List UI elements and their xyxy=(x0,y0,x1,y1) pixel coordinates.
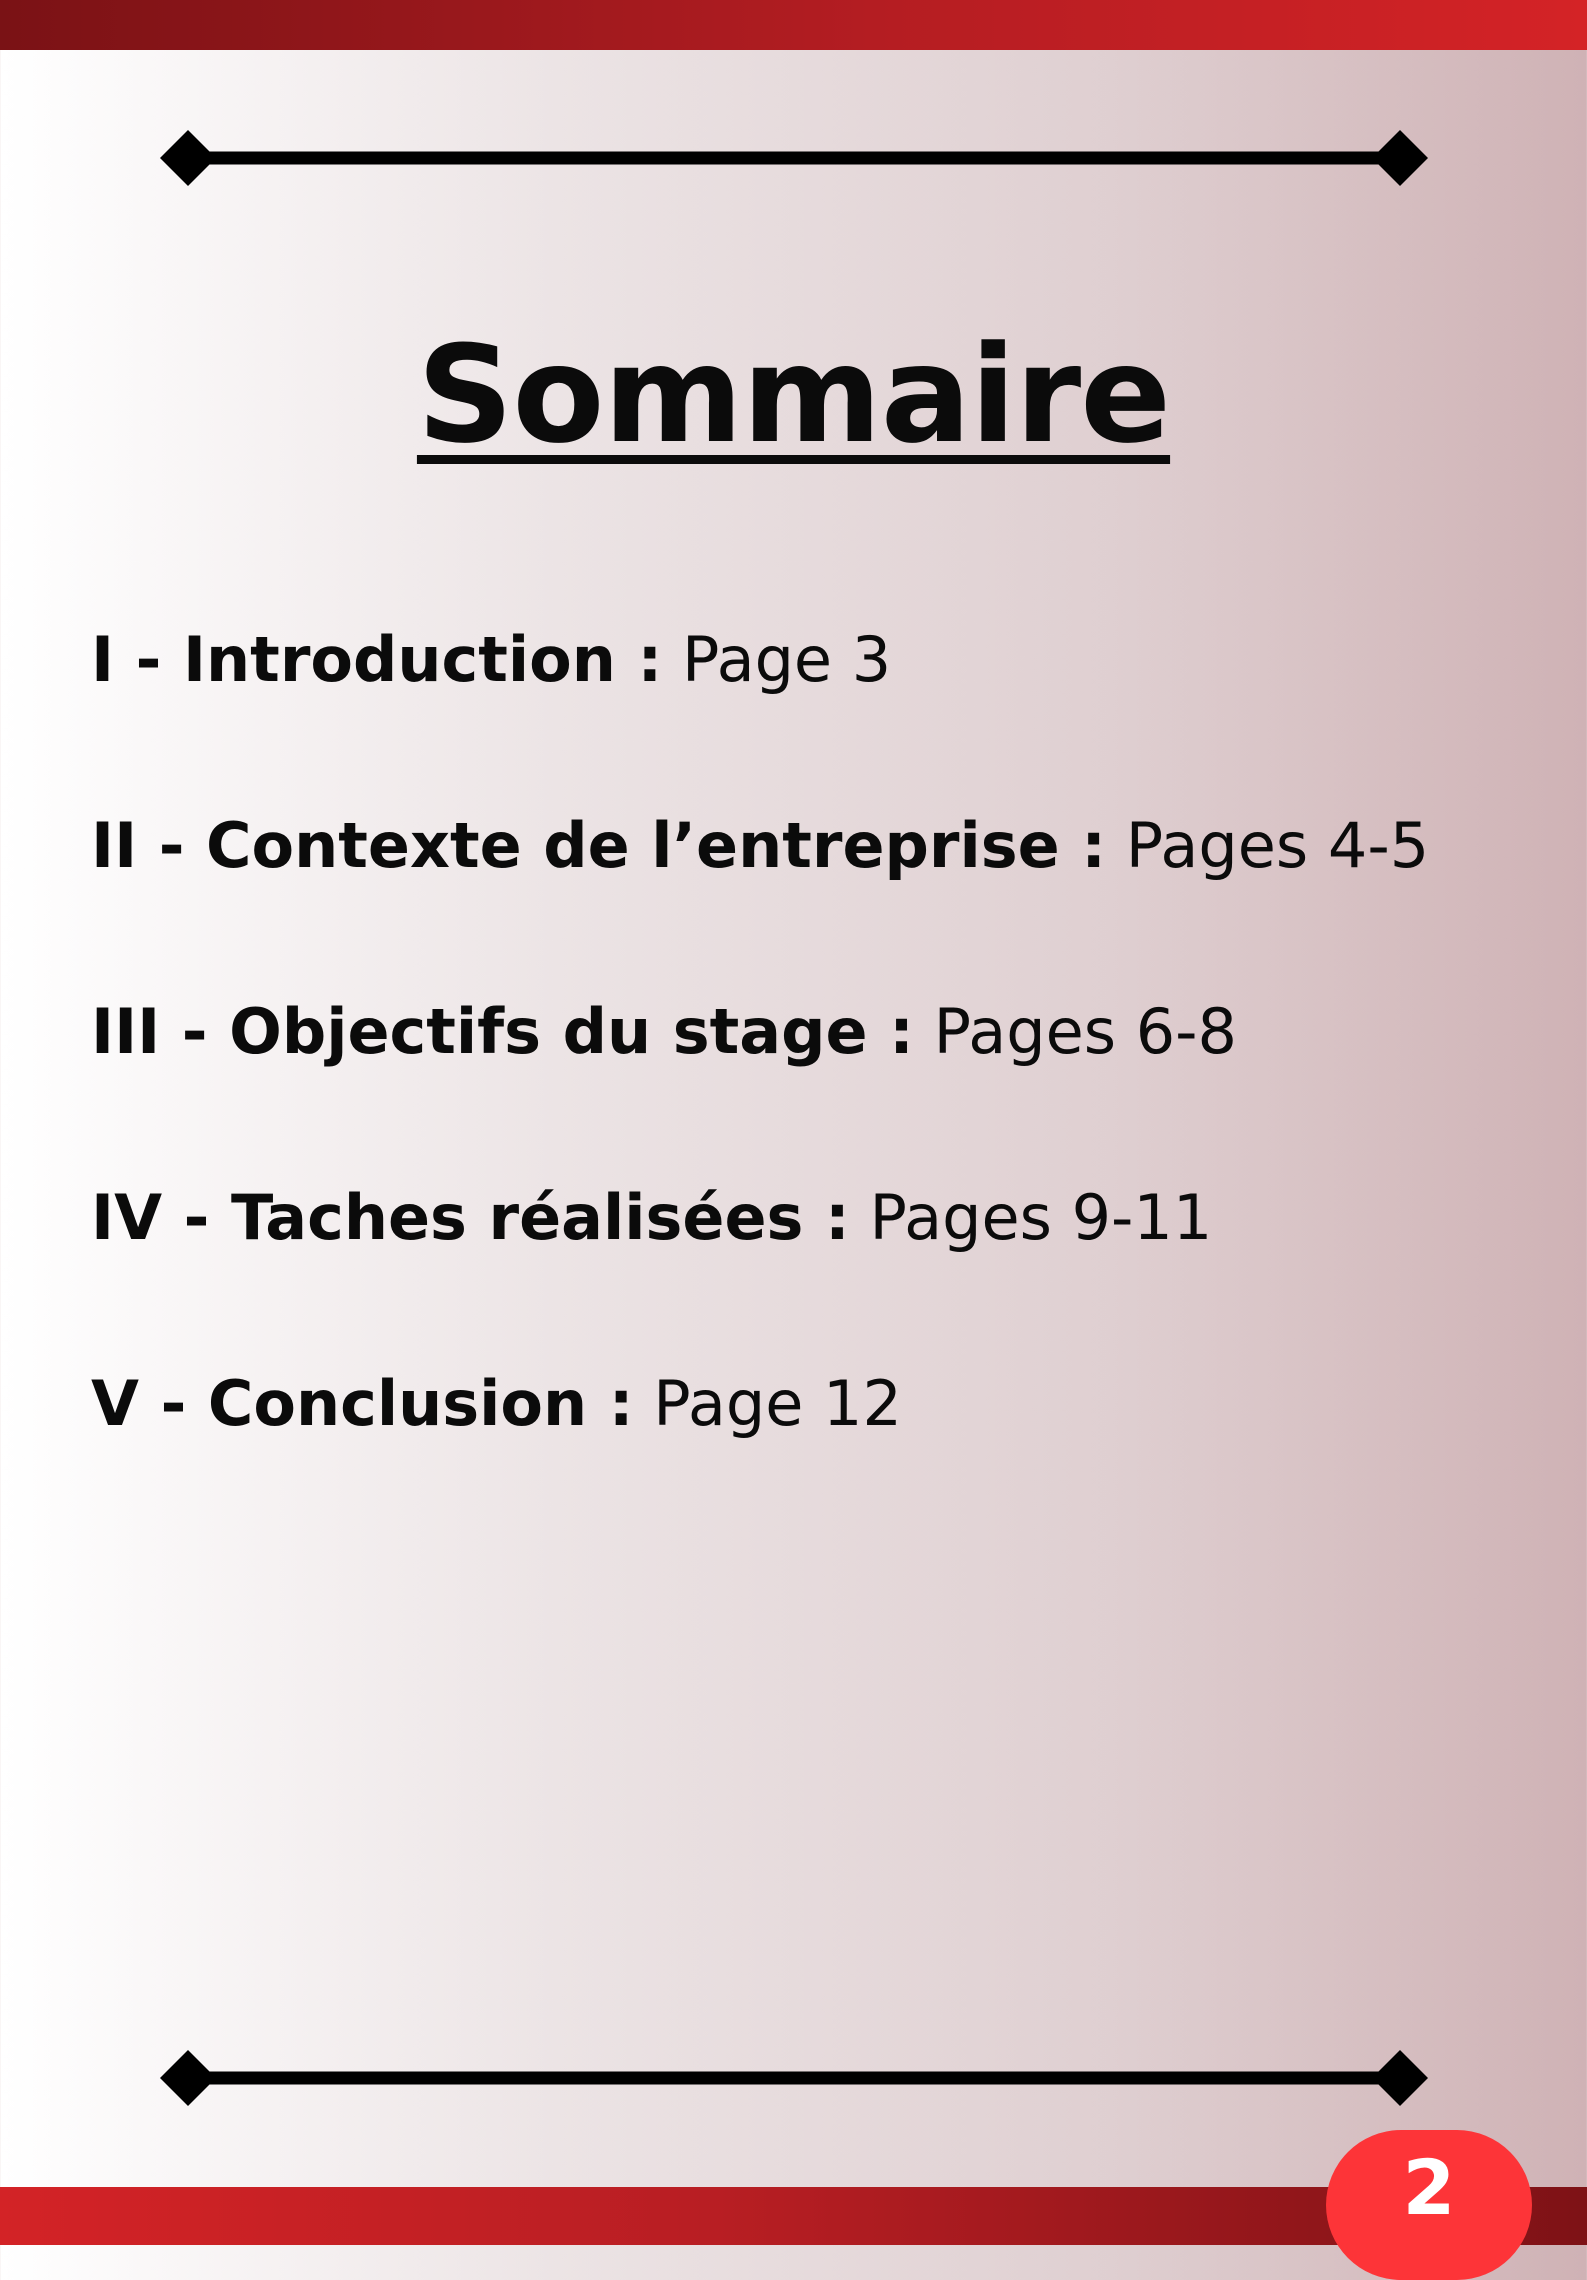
toc-entry-pages: Pages 6-8 xyxy=(933,995,1237,1068)
diamond-icon xyxy=(160,130,216,186)
top-red-band xyxy=(0,0,1587,50)
toc-entry-objectifs: III - Objectifs du stage : Pages 6-8 xyxy=(91,994,1531,1180)
bottom-diamond-divider xyxy=(160,2050,1428,2106)
toc-entry-pages: Page 3 xyxy=(681,623,892,696)
diamond-icon xyxy=(160,2050,216,2106)
table-of-contents: I - Introduction : Page 3 II - Contexte … xyxy=(91,622,1531,1552)
toc-entry-label: III - Objectifs du stage : xyxy=(91,995,914,1068)
diamond-icon xyxy=(1372,2050,1428,2106)
toc-entry-conclusion: V - Conclusion : Page 12 xyxy=(91,1366,1531,1552)
toc-entry-introduction: I - Introduction : Page 3 xyxy=(91,622,1531,808)
page-number-badge: 2 xyxy=(1326,2130,1532,2280)
toc-entry-contexte: II - Contexte de l’entreprise : Pages 4-… xyxy=(91,808,1531,994)
toc-entry-taches: IV - Taches réalisées : Pages 9-11 xyxy=(91,1180,1531,1366)
toc-entry-pages: Pages 4-5 xyxy=(1125,809,1430,882)
toc-entry-pages: Page 12 xyxy=(653,1367,902,1440)
toc-entry-label: V - Conclusion : xyxy=(91,1367,634,1440)
toc-entry-label: II - Contexte de l’entreprise : xyxy=(91,809,1107,882)
toc-entry-label: I - Introduction : xyxy=(91,623,663,696)
toc-entry-pages: Pages 9-11 xyxy=(869,1181,1213,1254)
diamond-icon xyxy=(1372,130,1428,186)
toc-entry-label: IV - Taches réalisées : xyxy=(91,1181,850,1254)
top-diamond-divider xyxy=(160,130,1428,186)
page-title: Sommaire xyxy=(416,316,1171,473)
